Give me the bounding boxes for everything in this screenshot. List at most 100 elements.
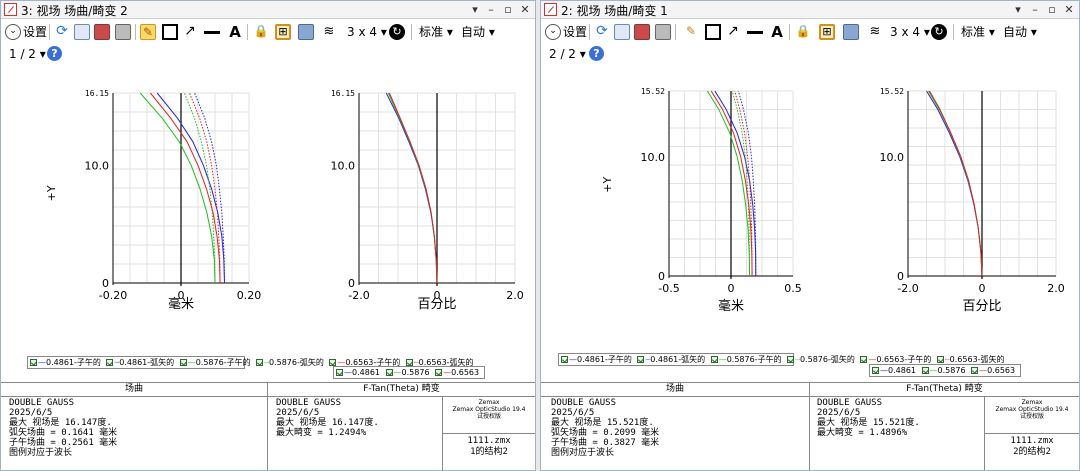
legend-item: ┈0.4861-弧矢的	[637, 354, 705, 365]
maximize-button[interactable]: ▫	[500, 1, 516, 19]
lock-icon[interactable]: 🔒	[795, 24, 811, 40]
x-tick-label: 0.5	[784, 282, 802, 295]
rectangle-icon[interactable]	[162, 24, 178, 40]
max-distortion: 最大畸变 = 1.2494%	[276, 428, 367, 438]
help-icon[interactable]: ?	[47, 46, 62, 61]
page-selector[interactable]: 1 / 2 ▾	[9, 45, 46, 63]
window-titlebar[interactable]: 2: 视场 场曲/畸变 1 ▾ – ▫ ✕	[541, 1, 1079, 19]
info-title-field-curvature: 场曲	[1, 383, 267, 397]
zemax-stamp: Zemax Zemax OpticStudio 19.4 试授权版 1111.z…	[984, 397, 1079, 470]
save-icon[interactable]	[94, 24, 110, 40]
arrow-icon[interactable]: ↗	[725, 24, 741, 40]
minimize-button[interactable]: –	[1027, 1, 1043, 19]
y-tick-label: 10.0	[85, 159, 110, 172]
y-tick-label: 10.0	[641, 151, 666, 164]
max-field: 最大 视场是 16.147度.	[9, 418, 112, 428]
lock-icon[interactable]: 🔒	[253, 24, 269, 40]
window-menu-button[interactable]: ▾	[467, 1, 483, 19]
legend-distortion: —0.4861 —0.5876 —0.6563	[333, 366, 486, 379]
save-icon[interactable]	[634, 24, 650, 40]
page-selector[interactable]: 2 / 2 ▾	[549, 45, 586, 63]
standard-dropdown[interactable]: 标准 ▾	[419, 23, 453, 41]
settings-button[interactable]: 设置	[563, 23, 587, 41]
toolbar-separator	[49, 24, 50, 40]
copy-icon[interactable]	[614, 24, 630, 40]
x-tick-label: -0.20	[99, 289, 127, 302]
arrow-icon[interactable]: ↗	[182, 24, 198, 40]
pencil-icon[interactable]: ✎	[683, 24, 699, 40]
legend-field-curvature: —0.4861-子午的 ┈0.4861-弧矢的 —0.5876-子午的 ┈0.5…	[27, 356, 474, 369]
sagittal-curvature: 弧矢场曲 = 0.2099 毫米	[551, 428, 660, 438]
lens-name: DOUBLE GAUSS	[276, 398, 342, 408]
minimize-button[interactable]: –	[483, 1, 499, 19]
window-icon[interactable]	[298, 24, 314, 40]
lens-name: DOUBLE GAUSS	[817, 398, 883, 408]
y-tick-label: 16.15	[331, 89, 355, 98]
max-field: 最大 视场是 15.521度.	[551, 418, 654, 428]
settings-chevron-icon[interactable]: ⌄	[5, 24, 21, 40]
date: 2025/6/5	[276, 408, 320, 418]
toolbar: ⌄ 设置 ⟳ ✎ ↗ A 🔒 ⊞ ≋ 3 x 4 ▾ ↻ 标准 ▾ 自动 ▾	[541, 20, 1079, 44]
legend-item: ┈0.5876-弧矢的	[787, 354, 855, 365]
y-tick-label: 15.52	[641, 87, 665, 96]
maximize-button[interactable]: ▫	[1044, 1, 1060, 19]
text-tool-icon[interactable]: A	[769, 24, 785, 40]
refresh-icon[interactable]: ⟳	[594, 24, 610, 40]
legend-item: —0.6563	[971, 365, 1015, 376]
y-axis-label: +Y	[601, 177, 614, 193]
settings-button[interactable]: 设置	[23, 23, 47, 41]
max-distortion: 最大畸变 = 1.4896%	[817, 428, 908, 438]
copy-icon[interactable]	[74, 24, 90, 40]
reset-icon[interactable]: ↻	[389, 24, 405, 40]
layout-dropdown[interactable]: 3 x 4 ▾	[890, 23, 930, 41]
window-titlebar[interactable]: 3: 视场 场曲/畸变 2 ▾ – ▫ ✕	[1, 1, 535, 19]
date: 2025/6/5	[9, 408, 53, 418]
close-button[interactable]: ✕	[1061, 1, 1077, 19]
x-axis-unit: 毫米	[168, 296, 194, 312]
print-icon[interactable]	[115, 24, 131, 40]
toolbar: ⌄ 设置 ⟳ ✎ ↗ A 🔒 ⊞ ≋ 3 x 4 ▾ ↻ 标准 ▾ 自动 ▾	[1, 20, 535, 44]
close-button[interactable]: ✕	[517, 1, 533, 19]
reset-icon[interactable]: ↻	[931, 24, 947, 40]
file-config: 1111.zmx 1的结构2	[443, 433, 535, 458]
stack-icon[interactable]: ≋	[867, 24, 883, 40]
auto-dropdown[interactable]: 自动 ▾	[461, 23, 495, 41]
date: 2025/6/5	[551, 408, 595, 418]
line-icon[interactable]	[204, 31, 220, 34]
analysis-window-2: 2: 视场 场曲/畸变 1 ▾ – ▫ ✕ ⌄ 设置 ⟳ ✎ ↗ A 🔒 ⊞ ≋…	[540, 0, 1080, 471]
stack-icon[interactable]: ≋	[321, 24, 337, 40]
settings-chevron-icon[interactable]: ⌄	[545, 24, 561, 40]
layout-dropdown[interactable]: 3 x 4 ▾	[347, 23, 387, 41]
standard-dropdown[interactable]: 标准 ▾	[961, 23, 995, 41]
auto-dropdown[interactable]: 自动 ▾	[1003, 23, 1037, 41]
zemax-app-icon	[544, 3, 557, 16]
legend-note: 图例对应于波长	[551, 448, 615, 458]
info-title-distortion: F-Tan(Theta) 畸变	[810, 383, 1079, 397]
toolbar-separator	[247, 24, 248, 40]
zemax-app-icon	[4, 3, 17, 16]
line-icon[interactable]	[747, 31, 763, 34]
window-menu-button[interactable]: ▾	[1010, 1, 1026, 19]
x-tick-label: 0	[728, 282, 735, 295]
layout-grid-icon[interactable]: ⊞	[275, 24, 291, 40]
help-icon[interactable]: ?	[589, 46, 604, 61]
toolbar-separator	[789, 24, 790, 40]
date: 2025/6/5	[817, 408, 861, 418]
sagittal-curvature: 弧矢场曲 = 0.1641 毫米	[9, 428, 118, 438]
window-icon[interactable]	[843, 24, 859, 40]
legend-item: —0.5876-子午的	[710, 354, 782, 365]
toolbar-separator	[589, 24, 590, 40]
y-tick-label: 10.0	[331, 159, 356, 172]
text-tool-icon[interactable]: A	[227, 24, 243, 40]
legend-item: —0.6563	[435, 367, 479, 378]
print-icon[interactable]	[655, 24, 671, 40]
rectangle-icon[interactable]	[705, 24, 721, 40]
x-axis-unit: 毫米	[718, 298, 744, 314]
x-tick-label: 0.20	[237, 289, 262, 302]
refresh-icon[interactable]: ⟳	[54, 24, 70, 40]
layout-grid-icon[interactable]: ⊞	[819, 24, 835, 40]
pencil-icon[interactable]: ✎	[140, 24, 156, 40]
divider	[809, 383, 810, 470]
tangential-curvature: 子午场曲 = 0.3827 毫米	[551, 438, 660, 448]
legend-distortion: —0.4861 —0.5876 —0.6563	[869, 364, 1022, 377]
